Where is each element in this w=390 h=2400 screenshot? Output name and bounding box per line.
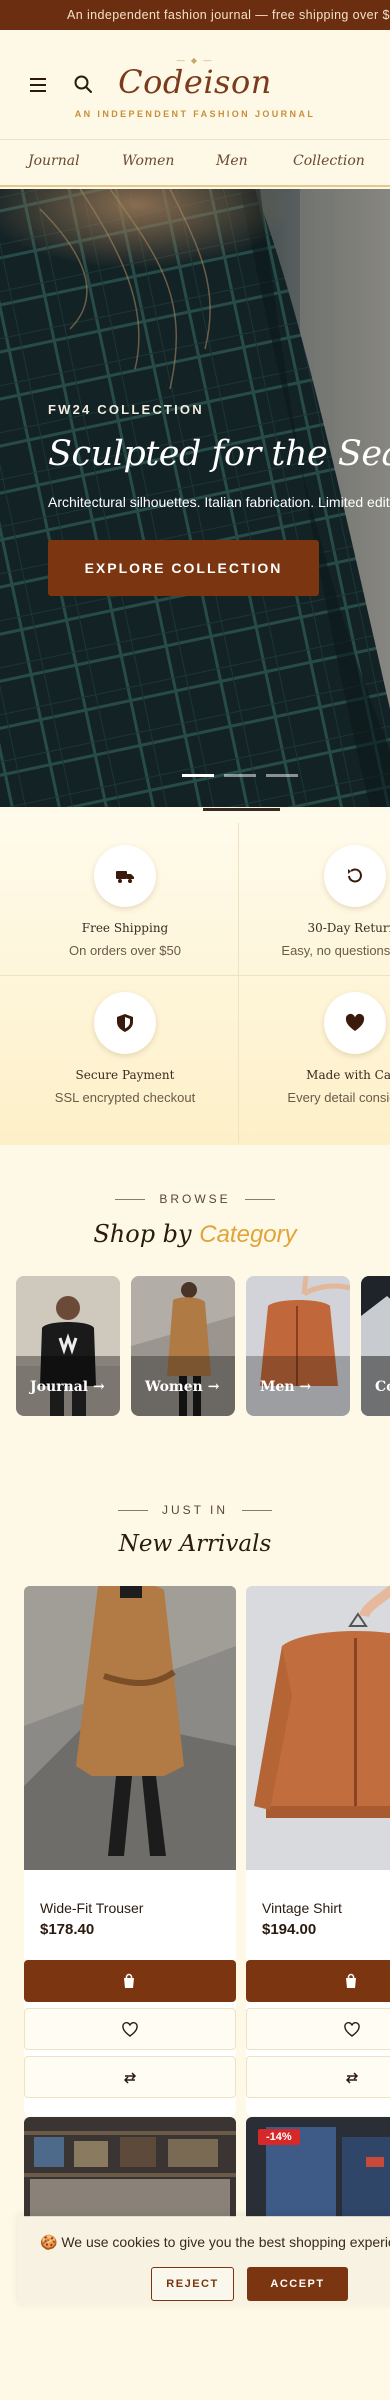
category-image: [131, 1276, 235, 1416]
hero-title: Sculpted for the Season: [48, 434, 390, 474]
category-card-women[interactable]: Women →: [131, 1276, 235, 1416]
explore-collection-button[interactable]: EXPLORE COLLECTION: [48, 540, 319, 596]
cookie-banner: 🍪 We use cookies to give you the best sh…: [18, 2216, 390, 2306]
browse-title-pre: Shop by: [93, 1220, 192, 1248]
brand-tagline: AN INDEPENDENT FASHION JOURNAL: [74, 109, 316, 119]
feature-made-with-care: Made with Care Every detail considered: [255, 958, 390, 1106]
cookie-text: 🍪 We use cookies to give you the best sh…: [40, 2234, 390, 2250]
feature-returns: 30-Day Returns Easy, no questions asked: [255, 811, 390, 959]
browse-eyebrow: BROWSE: [0, 1192, 390, 1206]
nav-item-men[interactable]: Men: [216, 153, 248, 169]
hero-subtitle: Architectural silhouettes. Italian fabri…: [48, 494, 390, 510]
heart-icon: [345, 1013, 365, 1031]
compare-button[interactable]: [24, 2056, 236, 2098]
shopping-bag-icon: [124, 1973, 134, 1988]
compare-arrows-icon: [345, 2072, 359, 2084]
nav-item-journal[interactable]: Journal: [28, 153, 80, 169]
product-photo: [246, 1586, 390, 1870]
site-header: — ◆ — Codeison AN INDEPENDENT FASHION JO…: [0, 30, 390, 140]
browse-eyebrow-text: BROWSE: [159, 1192, 231, 1206]
product-name[interactable]: Vintage Shirt: [262, 1900, 342, 1916]
feature-free-shipping: Free Shipping On orders over $50: [25, 811, 261, 959]
feature-title: 30-Day Returns: [307, 921, 390, 935]
category-label: Men →: [260, 1379, 312, 1395]
carousel-dot-2[interactable]: [224, 774, 256, 777]
feature-icon-circle: [94, 992, 156, 1054]
feature-secure-payment: Secure Payment SSL encrypted checkout: [25, 958, 261, 1106]
add-to-cart-button[interactable]: [246, 1960, 390, 2002]
wishlist-button[interactable]: [24, 2008, 236, 2050]
arrivals-eyebrow: JUST IN: [0, 1503, 390, 1517]
product-card[interactable]: Wide-Fit Trouser $178.40: [24, 1586, 236, 2116]
browse-title-accent: Category: [199, 1221, 297, 1248]
wishlist-button[interactable]: [246, 2008, 390, 2050]
product-image[interactable]: [246, 1586, 390, 1870]
compare-button[interactable]: [246, 2056, 390, 2098]
product-price: $194.00: [262, 1921, 317, 1938]
arrivals-title: New Arrivals: [118, 1531, 272, 1557]
feature-subtitle: On orders over $50: [68, 943, 181, 958]
announcement-text: An independent fashion journal — free sh…: [67, 8, 390, 22]
hero-banner: FW24 COLLECTION Sculpted for the Season …: [0, 189, 390, 807]
page: An independent fashion journal — free sh…: [0, 0, 390, 2400]
product-photo: [24, 1586, 236, 1870]
feature-icon-circle: [94, 845, 156, 907]
heart-outline-icon: [344, 2022, 360, 2037]
announcement-bar: An independent fashion journal — free sh…: [0, 0, 390, 30]
feature-subtitle: Every detail considered: [287, 1090, 390, 1105]
shopping-bag-icon: [346, 1973, 356, 1988]
truck-icon: [116, 871, 134, 883]
product-image[interactable]: [24, 1586, 236, 1870]
category-label: Women →: [145, 1379, 220, 1395]
product-card[interactable]: -14%: [246, 2117, 390, 2217]
nav-item-women[interactable]: Women: [122, 153, 174, 169]
main-nav: Journal Women Men Collection: [0, 140, 390, 187]
category-label: Co: [375, 1379, 390, 1395]
browse-title: Shop by Category: [0, 1220, 390, 1249]
feature-title: Made with Care: [306, 1068, 390, 1082]
carousel-dot-1[interactable]: [182, 774, 214, 777]
category-image: [361, 1276, 390, 1416]
category-label: Journal →: [30, 1379, 105, 1395]
accept-cookies-button[interactable]: ACCEPT: [247, 2267, 348, 2301]
feature-icon-circle: [324, 845, 386, 907]
reject-cookies-button[interactable]: REJECT: [151, 2267, 234, 2301]
brand-logo[interactable]: Codeison: [0, 63, 390, 101]
discount-badge: -14%: [258, 2129, 300, 2145]
category-image: [16, 1276, 120, 1416]
product-price: $178.40: [40, 1921, 95, 1938]
category-image: [246, 1276, 350, 1416]
feature-subtitle: Easy, no questions asked: [281, 943, 390, 958]
category-card-journal[interactable]: Journal →: [16, 1276, 120, 1416]
feature-icon-circle: [324, 992, 386, 1054]
product-name[interactable]: Wide-Fit Trouser: [40, 1900, 143, 1916]
product-photo: [24, 2117, 236, 2217]
feature-subtitle: SSL encrypted checkout: [54, 1090, 196, 1105]
product-card[interactable]: Vintage Shirt $194.00: [246, 1586, 390, 2116]
add-to-cart-button[interactable]: [24, 1960, 236, 2002]
product-card[interactable]: [24, 2117, 236, 2217]
shield-icon: [117, 1014, 133, 1032]
return-icon: [348, 868, 362, 883]
compare-arrows-icon: [123, 2072, 137, 2084]
category-card-collection[interactable]: Co: [361, 1276, 390, 1416]
hero-eyebrow: FW24 COLLECTION: [48, 402, 204, 417]
feature-title: Secure Payment: [75, 1068, 175, 1082]
feature-title: Free Shipping: [81, 921, 169, 935]
nav-item-collection[interactable]: Collection: [293, 153, 365, 169]
category-card-men[interactable]: Men →: [246, 1276, 350, 1416]
arrivals-eyebrow-text: JUST IN: [161, 1503, 229, 1517]
heart-outline-icon: [122, 2022, 138, 2037]
carousel-dot-3[interactable]: [266, 774, 298, 777]
